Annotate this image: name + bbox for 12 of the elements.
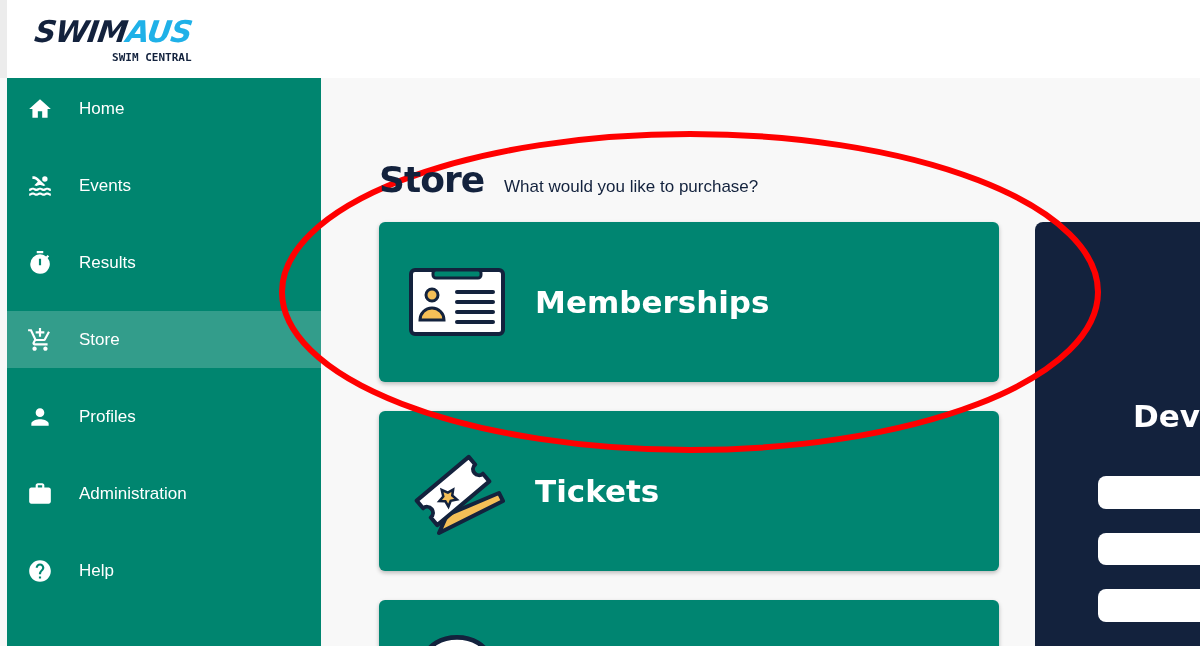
sidebar-item[interactable]: Store <box>7 311 322 368</box>
sidebar-item[interactable]: Administration <box>7 465 322 522</box>
store-card[interactable]: Memberships <box>379 222 1000 382</box>
store-card[interactable]: Tickets <box>379 411 1000 571</box>
page-subtitle: What would you like to purchase? <box>504 177 759 197</box>
logo-subtitle: SWIM CENTRAL <box>112 51 192 64</box>
sidebar-item[interactable]: Help <box>7 542 322 599</box>
sidebar-item[interactable]: Profiles <box>7 388 322 445</box>
panel-heading: Dev <box>1133 398 1200 434</box>
sidebar-item[interactable]: Events <box>7 157 322 214</box>
sidebar-item[interactable]: Home <box>7 80 322 137</box>
sidebar-item[interactable]: Results <box>7 234 322 291</box>
